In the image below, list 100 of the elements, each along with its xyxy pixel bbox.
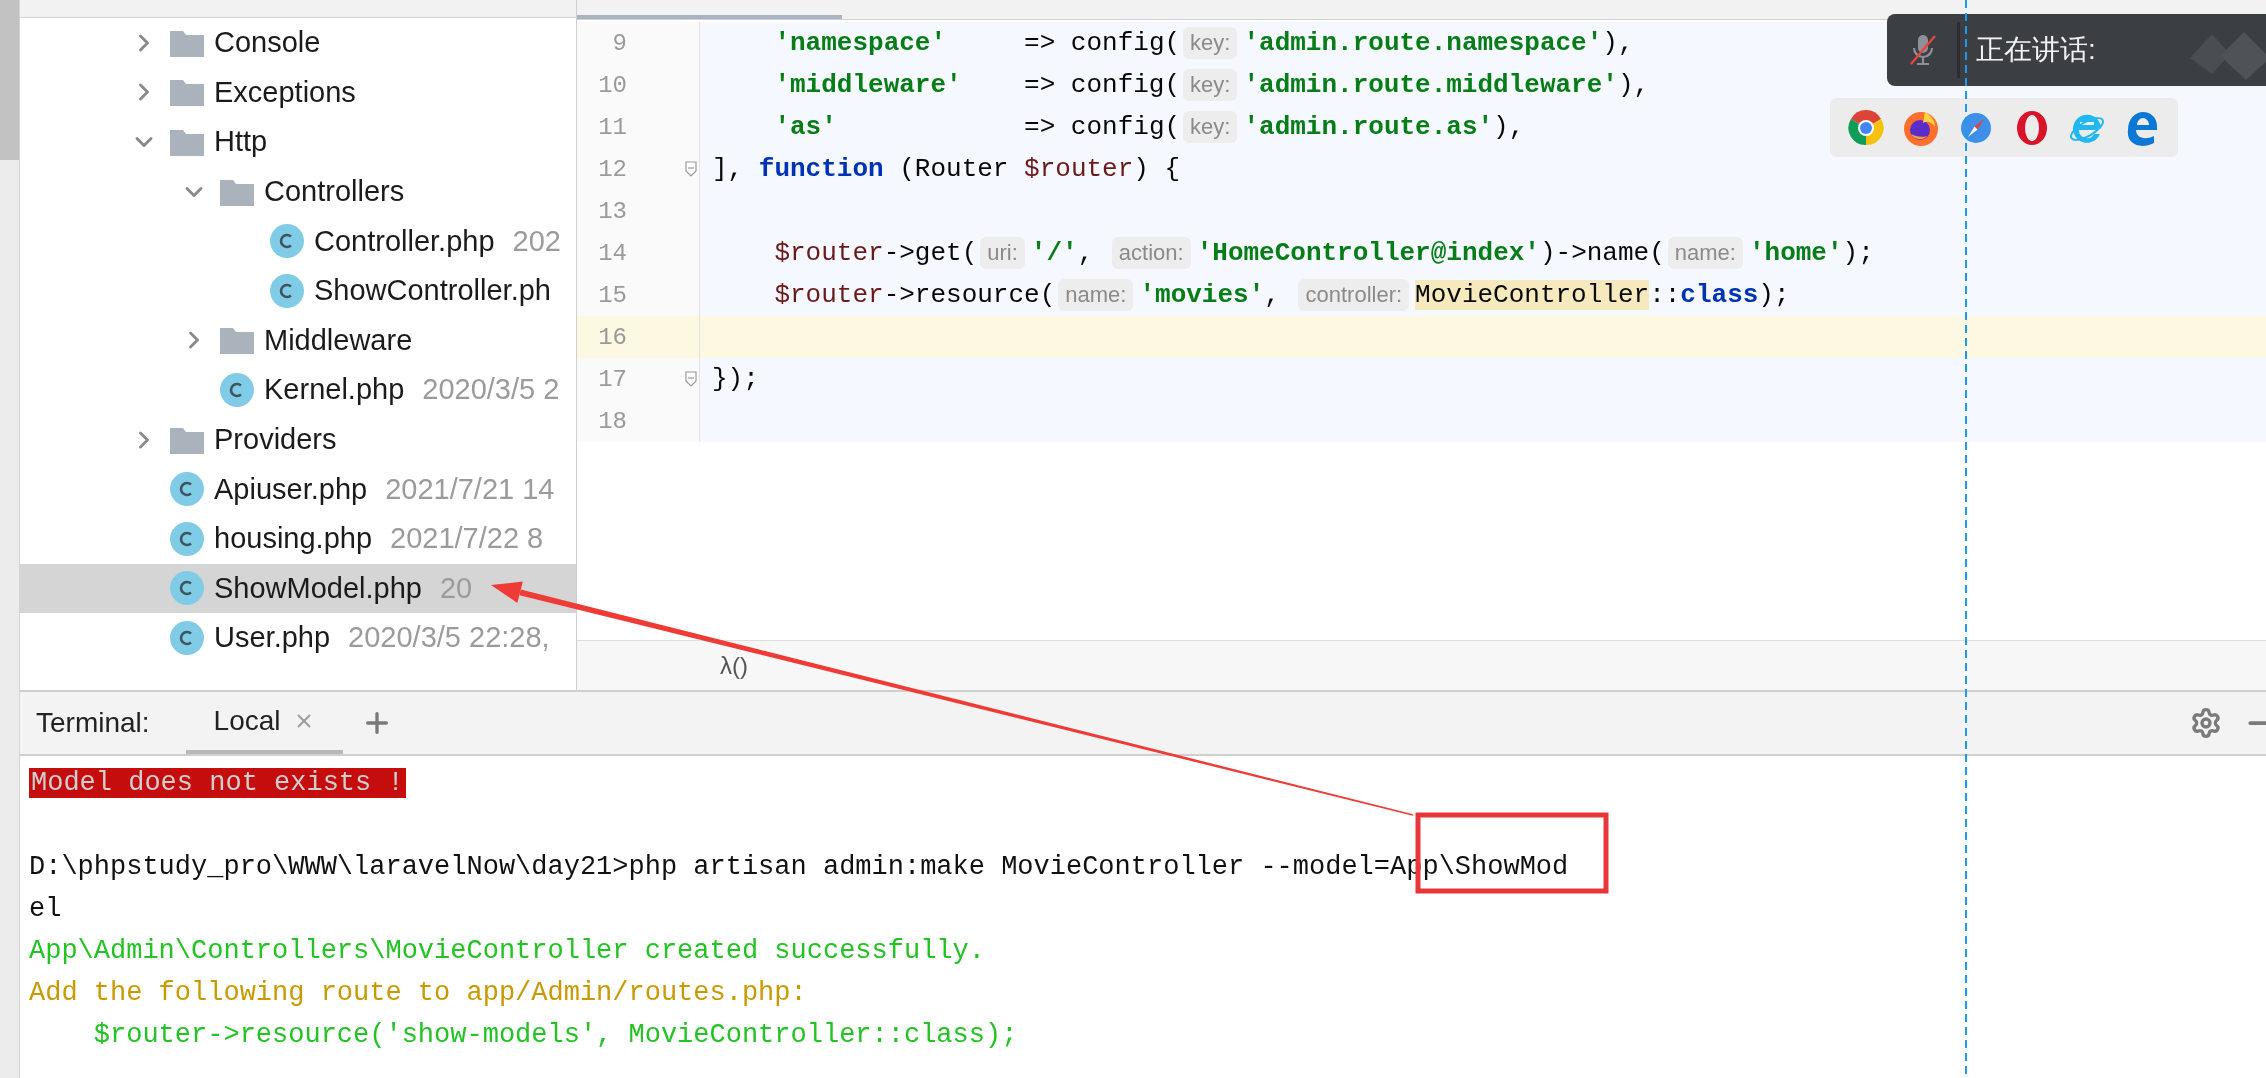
parameter-hint: uri: — [980, 237, 1025, 269]
code-text: function — [758, 154, 884, 184]
tree-item[interactable]: Console — [20, 18, 576, 68]
folder-icon — [170, 425, 204, 454]
terminal-line: Add the following route to app/Admin/routes.php: — [29, 978, 807, 1008]
code-text: )->name( — [1539, 238, 1665, 268]
tree-item[interactable]: ShowModel.php 20 — [20, 563, 576, 614]
item-date: 2021/7/22 8 — [390, 522, 544, 556]
item-date: 2020/3/5 2 — [422, 373, 560, 407]
code-text: ), — [1493, 112, 1525, 142]
line-number: 17 — [597, 365, 627, 393]
terminal-line: $router->resource('show-models', MovieController::class); — [92, 1020, 1018, 1050]
line-number: 13 — [597, 197, 627, 225]
browser-icon[interactable] — [1845, 107, 1886, 148]
item-name: ShowModel.php — [214, 571, 422, 605]
code-text: ), — [1602, 28, 1634, 58]
code-text: 'admin.route.as' — [1243, 112, 1494, 142]
line-number: 18 — [597, 407, 627, 435]
code-text: 'namespace' — [773, 28, 947, 58]
class-file-icon — [170, 472, 204, 507]
item-name: Console — [214, 26, 321, 60]
line-number: 15 — [597, 281, 627, 309]
code-text: }); — [712, 364, 759, 394]
item-name: Exceptions — [214, 75, 356, 109]
tree-item[interactable]: Controller.php 202 — [20, 216, 576, 266]
parameter-hint: controller: — [1298, 279, 1410, 311]
code-text: ), — [1617, 70, 1650, 100]
terminal-line: App\Admin\Controllers\MovieController created successfully. — [29, 936, 985, 966]
item-name: Http — [214, 125, 268, 159]
tree-item[interactable]: Middleware — [20, 315, 576, 366]
item-name: Controllers — [264, 175, 405, 209]
item-date: 202 — [512, 224, 561, 258]
tree-item[interactable]: Exceptions — [20, 67, 576, 118]
terminal-title: Terminal: — [36, 707, 150, 739]
line-number: 9 — [611, 29, 627, 57]
class-file-icon — [270, 273, 304, 308]
item-name: Providers — [214, 423, 337, 457]
folder-icon — [170, 128, 204, 156]
tree-item[interactable]: housing.php 2021/7/22 8 — [20, 513, 576, 564]
code-text: 'HomeController@index' — [1196, 238, 1540, 268]
code-text: ->get( — [883, 238, 978, 268]
code-text: => config( — [1023, 70, 1181, 100]
tree-item[interactable]: Http — [20, 117, 576, 167]
parameter-hint: key: — [1183, 27, 1238, 59]
breadcrumb[interactable]: λ() — [720, 651, 748, 680]
code-text: , — [1077, 238, 1095, 268]
code-text: 'as' — [773, 112, 837, 142]
parameter-hint: key: — [1183, 69, 1238, 101]
line-number: 11 — [597, 113, 627, 141]
code-text: , — [1264, 280, 1281, 310]
parameter-hint: action: — [1111, 237, 1191, 269]
item-name: Controller.php — [314, 224, 495, 258]
code-text: $router — [773, 280, 884, 310]
tree-item[interactable]: Providers — [20, 414, 576, 465]
tree-item[interactable]: Controllers — [20, 166, 576, 217]
code-text: 'movies' — [1139, 280, 1265, 310]
parameter-hint: name: — [1058, 279, 1134, 311]
folder-icon — [220, 177, 254, 206]
item-date: 2020/3/5 22:28, — [348, 621, 550, 655]
line-number: 10 — [597, 71, 627, 99]
parameter-hint: name: — [1667, 237, 1743, 269]
parameter-hint: key: — [1183, 111, 1238, 143]
class-file-icon — [170, 571, 204, 606]
code-text: $router — [1024, 154, 1134, 184]
line-number: 16 — [597, 323, 627, 351]
tree-item[interactable]: Kernel.php 2020/3/5 2 — [20, 365, 576, 415]
item-name: Middleware — [264, 323, 413, 357]
code-text: ); — [1842, 238, 1874, 268]
folder-icon — [170, 78, 204, 107]
item-name: ShowController.ph — [314, 274, 551, 308]
code-text: => config( — [1023, 112, 1181, 142]
code-text: :: — [1649, 280, 1681, 310]
tree-item[interactable]: User.php 2020/3/5 22:28, — [20, 613, 576, 663]
class-file-icon — [270, 224, 304, 259]
fold-icon[interactable] — [685, 161, 697, 177]
item-name: User.php — [214, 621, 331, 655]
item-name: housing.php — [214, 522, 373, 556]
item-name: Apiuser.php — [214, 472, 368, 506]
item-name: Kernel.php — [264, 373, 405, 407]
code-text: '/' — [1030, 238, 1078, 268]
tree-item[interactable]: ShowController.ph — [20, 265, 576, 316]
fold-icon[interactable] — [685, 371, 697, 387]
class-file-icon — [170, 620, 204, 655]
code-text: 'admin.route.middleware' — [1243, 70, 1618, 100]
terminal-tab[interactable]: Local — [185, 692, 343, 754]
folder-icon — [220, 326, 254, 355]
class-file-icon — [220, 372, 254, 407]
settings-icon[interactable] — [2190, 707, 2222, 739]
line-number: 12 — [597, 155, 627, 183]
speaking-label: 正在讲话: — [1976, 33, 2096, 67]
tree-item[interactable]: Apiuser.php 2021/7/21 14 — [20, 464, 576, 514]
code-text: (Router — [898, 154, 1010, 184]
class-file-icon — [170, 521, 204, 556]
code-text: ->resource( — [883, 280, 1056, 310]
code-text: ); — [1758, 280, 1790, 310]
code-text: => config( — [1023, 28, 1181, 58]
muted-mic-icon[interactable] — [1909, 33, 1937, 67]
line-number: 14 — [597, 239, 627, 267]
folder-icon — [170, 28, 204, 57]
terminal-line: el — [29, 894, 62, 924]
